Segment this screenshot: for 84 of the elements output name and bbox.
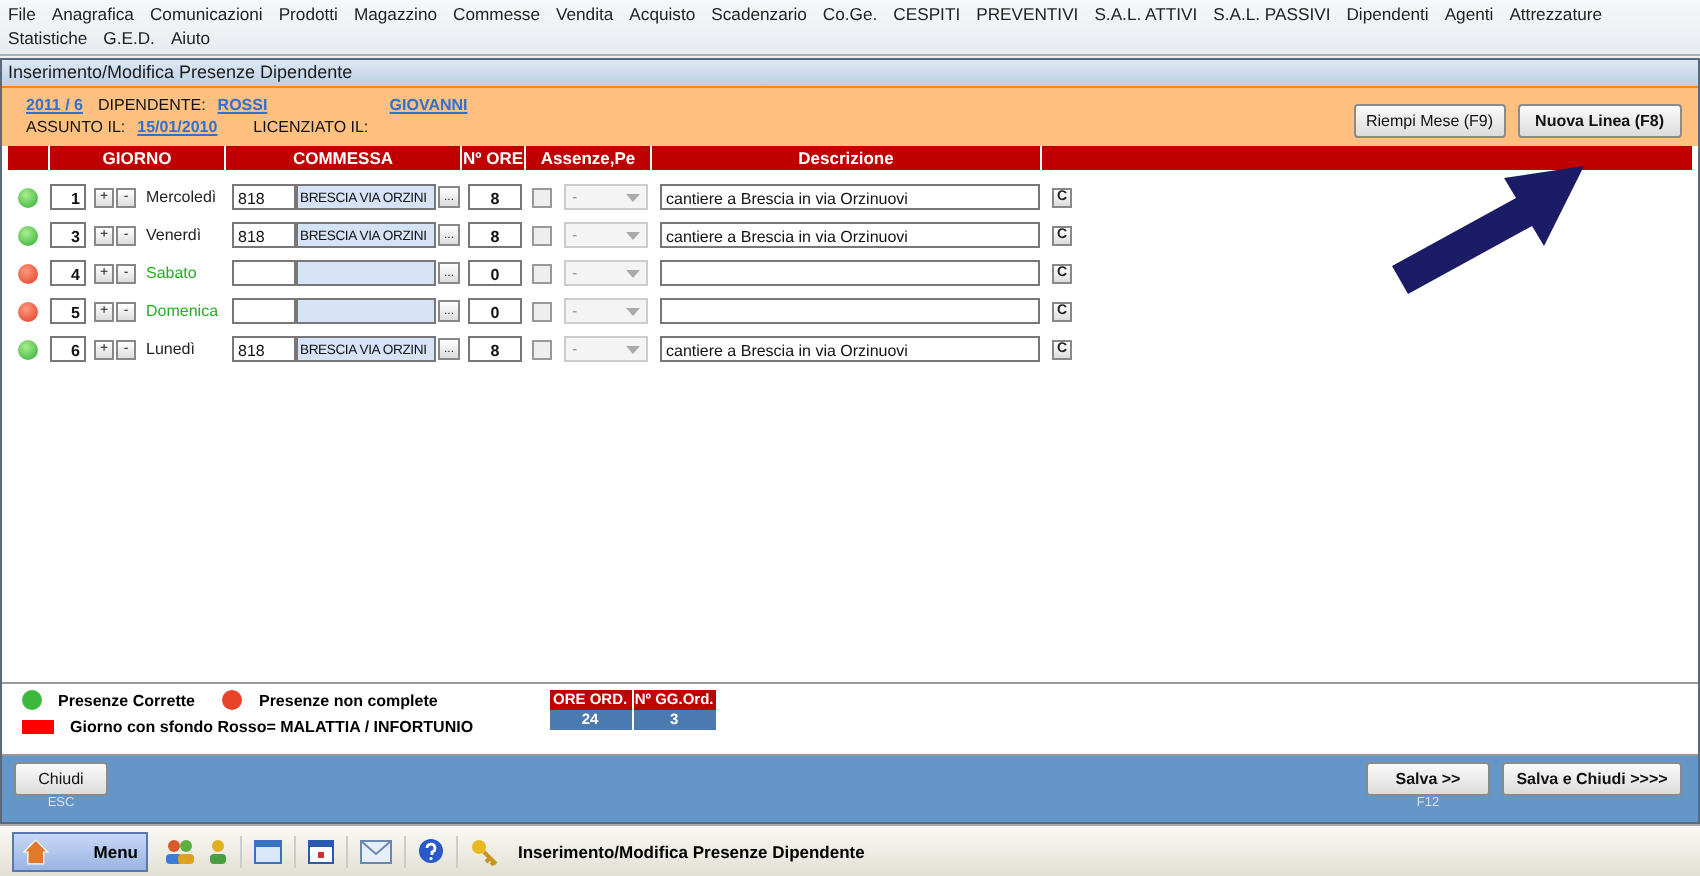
- description-field[interactable]: [660, 298, 1040, 324]
- column-header: Nº ORE: [460, 146, 524, 170]
- taskbar-title: Inserimento/Modifica Presenze Dipendente: [518, 841, 865, 861]
- column-header: COMMESSA: [224, 146, 460, 170]
- weekday-label: Domenica: [146, 302, 221, 320]
- menu-item[interactable]: Agenti: [1444, 2, 1494, 26]
- hired-label: ASSUNTO IL:: [26, 118, 126, 136]
- absence-checkbox[interactable]: [532, 263, 552, 283]
- job-code-field[interactable]: [232, 298, 296, 324]
- job-code-field[interactable]: 818: [232, 222, 296, 248]
- weekday-label: Mercoledì: [146, 188, 219, 206]
- day-field[interactable]: 4: [50, 260, 86, 286]
- hours-field[interactable]: 8: [468, 222, 522, 248]
- absence-checkbox[interactable]: [532, 339, 552, 359]
- column-header: Descrizione: [650, 146, 1040, 170]
- menu-item[interactable]: Scadenzario: [711, 2, 807, 26]
- window-icon[interactable]: [308, 839, 334, 863]
- calendar-icon[interactable]: [254, 839, 282, 863]
- dropdown-caret-icon: [626, 231, 640, 239]
- employee-label: DIPENDENTE:: [98, 96, 206, 114]
- menu-item[interactable]: Magazzino: [353, 2, 438, 26]
- dropdown-caret-icon: [626, 307, 640, 315]
- help-icon[interactable]: [418, 838, 444, 864]
- job-code-field[interactable]: [232, 260, 296, 286]
- menu-item[interactable]: Statistiche: [8, 26, 88, 50]
- menu-item[interactable]: Acquisto: [629, 2, 696, 26]
- legend-label: Presenze non complete: [258, 691, 438, 709]
- weekday-label: Lunedì: [146, 340, 197, 358]
- menu-item[interactable]: CESPITI: [893, 2, 961, 26]
- day-field[interactable]: 3: [50, 222, 86, 248]
- key-icon[interactable]: [470, 837, 498, 865]
- hours-field[interactable]: 8: [468, 184, 522, 210]
- job-name-field[interactable]: [296, 260, 436, 286]
- menu-item[interactable]: Commesse: [453, 2, 540, 26]
- dropdown-caret-icon: [626, 345, 640, 353]
- menu-item[interactable]: Prodotti: [278, 2, 338, 26]
- user-icon[interactable]: [208, 837, 228, 865]
- users-icon[interactable]: [164, 837, 196, 865]
- menu-button[interactable]: Menu: [12, 831, 148, 871]
- menu-item[interactable]: Aiuto: [170, 26, 211, 50]
- home-icon: [22, 837, 50, 865]
- menu-item[interactable]: Comunicazioni: [149, 2, 263, 26]
- hours-field[interactable]: 0: [468, 298, 522, 324]
- day-field[interactable]: 6: [50, 336, 86, 362]
- dropdown-caret-icon: [626, 269, 640, 277]
- description-field[interactable]: cantiere a Brescia in via Orzinuovi: [660, 222, 1040, 248]
- window-title: Inserimento/Modifica Presenze Dipendente: [2, 60, 1698, 86]
- weekday-label: Venerdì: [146, 226, 204, 244]
- new-line-button[interactable]: Nuova Linea (F8): [1517, 104, 1682, 138]
- fill-month-button[interactable]: Riempi Mese (F9): [1353, 104, 1506, 138]
- save-button[interactable]: Salva >>: [1366, 762, 1490, 796]
- menu-item[interactable]: Co.Ge.: [822, 2, 878, 26]
- menu-item[interactable]: Anagrafica: [51, 2, 134, 26]
- menu-item[interactable]: S.A.L. ATTIVI: [1094, 2, 1198, 26]
- absence-checkbox[interactable]: [532, 301, 552, 321]
- mail-icon[interactable]: [360, 839, 392, 863]
- job-code-field[interactable]: 818: [232, 336, 296, 362]
- column-header: Assenze,Pe: [524, 146, 650, 170]
- menu-item[interactable]: Dipendenti: [1346, 2, 1429, 26]
- description-field[interactable]: cantiere a Brescia in via Orzinuovi: [660, 336, 1040, 362]
- menu-item[interactable]: File: [8, 2, 36, 26]
- day-field[interactable]: 5: [50, 298, 86, 324]
- dropdown-caret-icon: [626, 193, 640, 201]
- hours-field[interactable]: 0: [468, 260, 522, 286]
- menu-item[interactable]: G.E.D.: [103, 26, 155, 50]
- close-button[interactable]: Chiudi: [14, 762, 108, 796]
- absence-checkbox[interactable]: [532, 187, 552, 207]
- legend-label: Giorno con sfondo Rosso= MALATTIA / INFORTUNIO: [70, 718, 474, 736]
- description-field[interactable]: cantiere a Brescia in via Orzinuovi: [660, 184, 1040, 210]
- legend-label: Presenze Corrette: [58, 691, 195, 709]
- day-field[interactable]: 1: [50, 184, 86, 210]
- job-name-field[interactable]: [296, 298, 436, 324]
- menu-item[interactable]: S.A.L. PASSIVI: [1213, 2, 1331, 26]
- hours-field[interactable]: 8: [468, 336, 522, 362]
- weekday-label: Sabato: [146, 264, 199, 282]
- absence-checkbox[interactable]: [532, 225, 552, 245]
- menu-item[interactable]: Vendita: [555, 2, 614, 26]
- menu-item[interactable]: Attrezzature: [1509, 2, 1603, 26]
- fired-label: LICENZIATO IL:: [253, 118, 369, 136]
- job-code-field[interactable]: 818: [232, 184, 296, 210]
- description-field[interactable]: [660, 260, 1040, 286]
- save-close-button[interactable]: Salva e Chiudi >>>>: [1502, 762, 1682, 796]
- column-header: GIORNO: [48, 146, 224, 170]
- menu-item[interactable]: PREVENTIVI: [976, 2, 1079, 26]
